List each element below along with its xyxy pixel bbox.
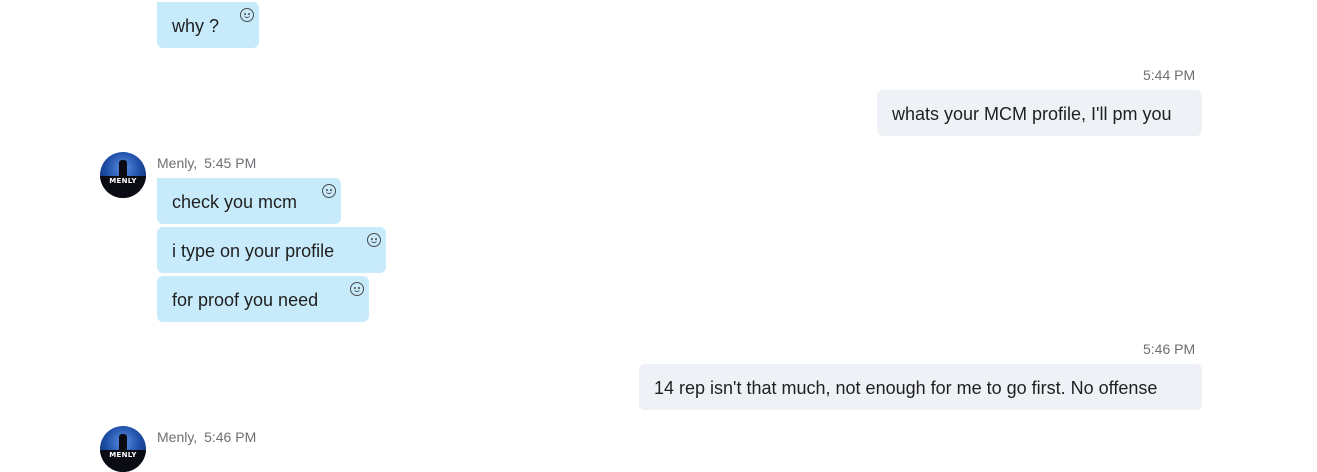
message-text: i type on your profile: [172, 241, 335, 261]
avatar-bottom: [100, 461, 146, 472]
smiley-face-icon[interactable]: [350, 282, 364, 296]
outgoing-message-rep[interactable]: 14 rep isn't that much, not enough for m…: [639, 364, 1202, 410]
smiley-face-icon[interactable]: [367, 233, 381, 247]
avatar[interactable]: MENLY: [100, 426, 146, 472]
sender-name[interactable]: Menly,: [157, 155, 197, 171]
avatar-brand: MENLY: [109, 177, 137, 185]
avatar-figure: [119, 160, 127, 176]
outgoing-timestamp: 5:44 PM: [1143, 67, 1196, 83]
sender-meta: Menly, 5:45 PM: [157, 155, 256, 171]
incoming-message-proof[interactable]: for proof you need: [157, 276, 369, 322]
message-text: why ?: [172, 16, 220, 36]
sender-timestamp: 5:45 PM: [204, 155, 257, 171]
incoming-message-check[interactable]: check you mcm: [157, 178, 341, 224]
incoming-message-type[interactable]: i type on your profile: [157, 227, 386, 273]
message-text: for proof you need: [172, 290, 319, 310]
smiley-face-icon[interactable]: [322, 184, 336, 198]
incoming-message-why[interactable]: why ?: [157, 2, 259, 48]
avatar[interactable]: MENLY: [100, 152, 146, 198]
outgoing-message-mcm-profile[interactable]: whats your MCM profile, I'll pm you: [877, 90, 1202, 136]
message-text: 14 rep isn't that much, not enough for m…: [654, 378, 1158, 398]
sender-timestamp: 5:46 PM: [204, 429, 257, 445]
sender-meta: Menly, 5:46 PM: [157, 429, 256, 445]
outgoing-timestamp: 5:46 PM: [1143, 341, 1196, 357]
avatar-figure: [119, 434, 127, 450]
smiley-face-icon[interactable]: [240, 8, 254, 22]
message-text: check you mcm: [172, 192, 298, 212]
message-text: whats your MCM profile, I'll pm you: [892, 104, 1172, 124]
avatar-bottom: [100, 187, 146, 198]
avatar-brand: MENLY: [109, 451, 137, 459]
sender-name[interactable]: Menly,: [157, 429, 197, 445]
